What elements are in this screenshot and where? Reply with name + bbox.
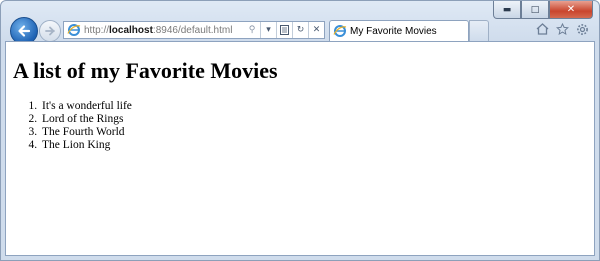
url-scheme: http:// xyxy=(84,24,110,36)
dropdown-arrow-icon[interactable]: ▾ xyxy=(260,22,276,38)
list-item: Lord of the Rings xyxy=(40,113,132,126)
ie-page-icon xyxy=(67,24,81,36)
close-button[interactable]: ✕ xyxy=(549,1,593,19)
list-item: The Lion King xyxy=(40,139,132,152)
url-path: :8946/default.html xyxy=(152,24,233,36)
window-caption-buttons: ▬ □ ✕ xyxy=(493,1,593,19)
browser-window: ▬ □ ✕ http://localhost:8946/default.html… xyxy=(0,0,600,261)
forward-button[interactable] xyxy=(39,20,61,42)
tab-my-favorite-movies[interactable]: My Favorite Movies xyxy=(329,20,469,41)
new-tab-button[interactable] xyxy=(469,20,489,41)
forward-arrow-icon xyxy=(45,26,55,36)
url-text[interactable]: http://localhost:8946/default.html xyxy=(84,25,244,36)
compatibility-view-icon[interactable] xyxy=(276,22,292,38)
movie-list: It's a wonderful life Lord of the Rings … xyxy=(16,100,132,152)
list-item: It's a wonderful life xyxy=(40,100,132,113)
page-heading: A list of my Favorite Movies xyxy=(13,58,278,83)
favorites-star-icon[interactable] xyxy=(555,22,569,36)
refresh-icon[interactable]: ↻ xyxy=(292,22,308,38)
address-bar[interactable]: http://localhost:8946/default.html ⚲ ▾ ↻… xyxy=(63,21,325,39)
maximize-button[interactable]: □ xyxy=(521,1,549,19)
tab-title: My Favorite Movies xyxy=(350,25,437,37)
browser-toolbar-icons xyxy=(535,22,589,36)
minimize-button[interactable]: ▬ xyxy=(493,1,521,19)
tab-page-icon xyxy=(333,25,347,37)
list-item: The Fourth World xyxy=(40,126,132,139)
back-arrow-icon xyxy=(18,25,31,37)
page-content: A list of my Favorite Movies It's a wond… xyxy=(5,41,595,256)
stop-icon[interactable]: ✕ xyxy=(308,22,324,38)
gear-icon[interactable] xyxy=(575,22,589,36)
home-icon[interactable] xyxy=(535,22,549,36)
address-bar-tools: ⚲ ▾ ↻ ✕ xyxy=(244,22,324,38)
url-host: localhost xyxy=(109,24,153,36)
search-icon[interactable]: ⚲ xyxy=(244,22,260,38)
